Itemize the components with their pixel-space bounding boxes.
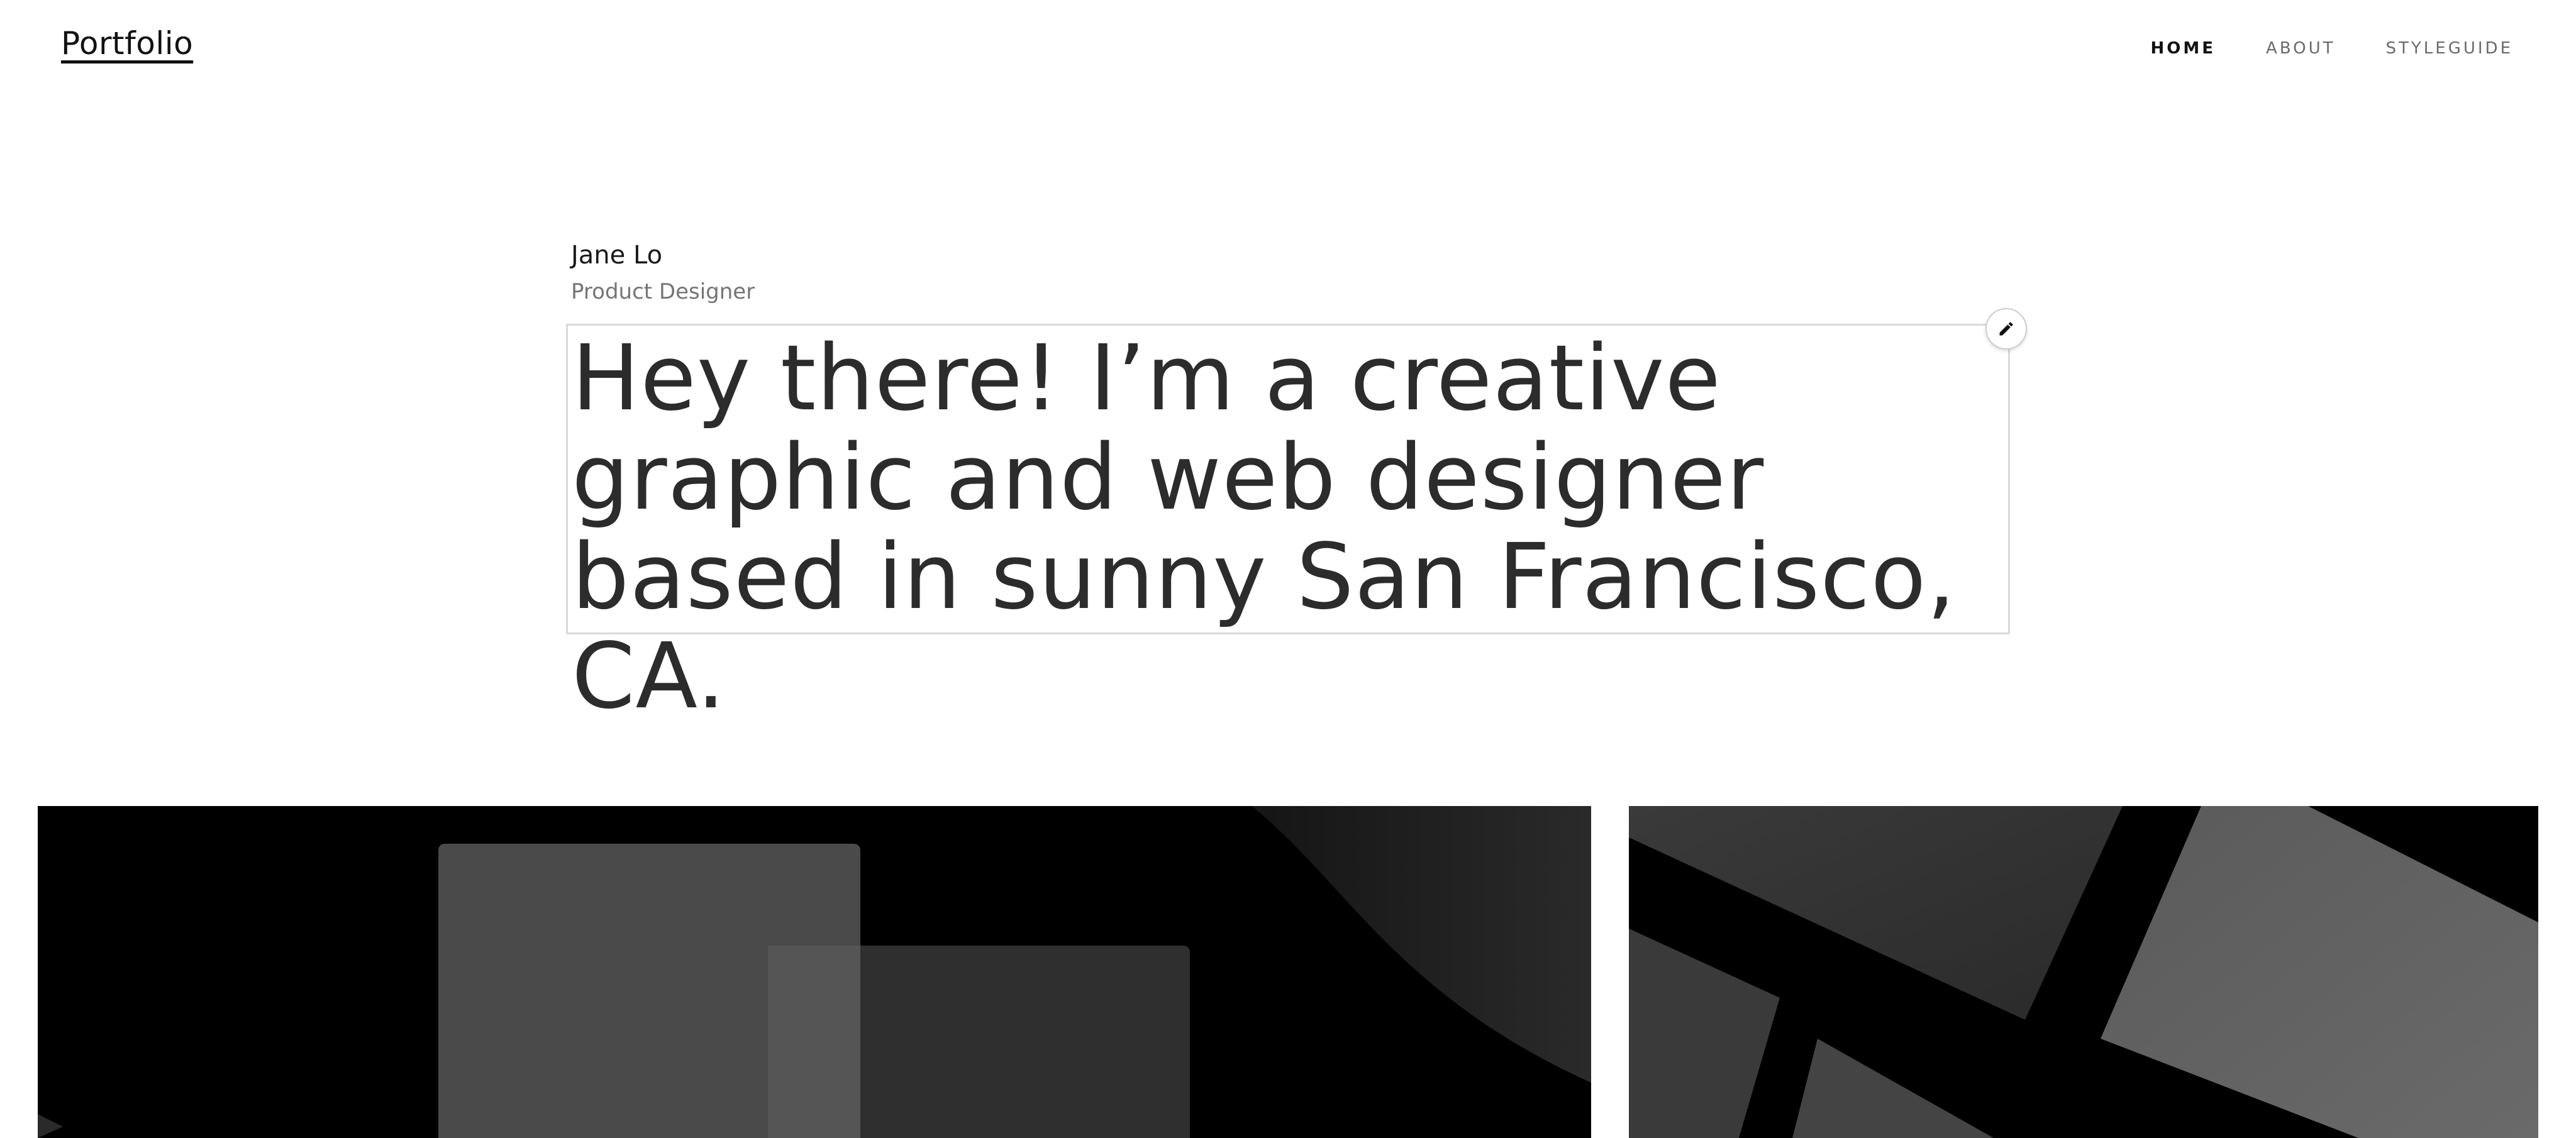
main-nav: HOME ABOUT STYLEGUIDE xyxy=(2150,39,2513,58)
author-name: Jane Lo xyxy=(571,241,663,270)
edit-button[interactable] xyxy=(1985,308,2027,350)
pencil-icon xyxy=(1999,322,2013,336)
intro-section: Jane Lo Product Designer xyxy=(571,241,2011,304)
project-tile-1[interactable] xyxy=(38,806,1591,1138)
bio-text: Hey there! I’m a creative graphic and we… xyxy=(572,325,1957,729)
project-tile-2[interactable] xyxy=(1629,806,2538,1138)
project-tile-1-artwork xyxy=(38,806,1591,1138)
author-role: Product Designer xyxy=(571,279,755,304)
project-tile-2-artwork xyxy=(1629,806,2538,1138)
site-logo[interactable]: Portfolio xyxy=(61,25,193,62)
bio-text-block[interactable]: Hey there! I’m a creative graphic and we… xyxy=(566,324,2010,726)
nav-item-styleguide[interactable]: STYLEGUIDE xyxy=(2386,39,2513,58)
nav-item-home[interactable]: HOME xyxy=(2150,39,2216,58)
nav-item-about[interactable]: ABOUT xyxy=(2266,39,2336,58)
site-header: Portfolio HOME ABOUT STYLEGUIDE xyxy=(0,0,2576,101)
